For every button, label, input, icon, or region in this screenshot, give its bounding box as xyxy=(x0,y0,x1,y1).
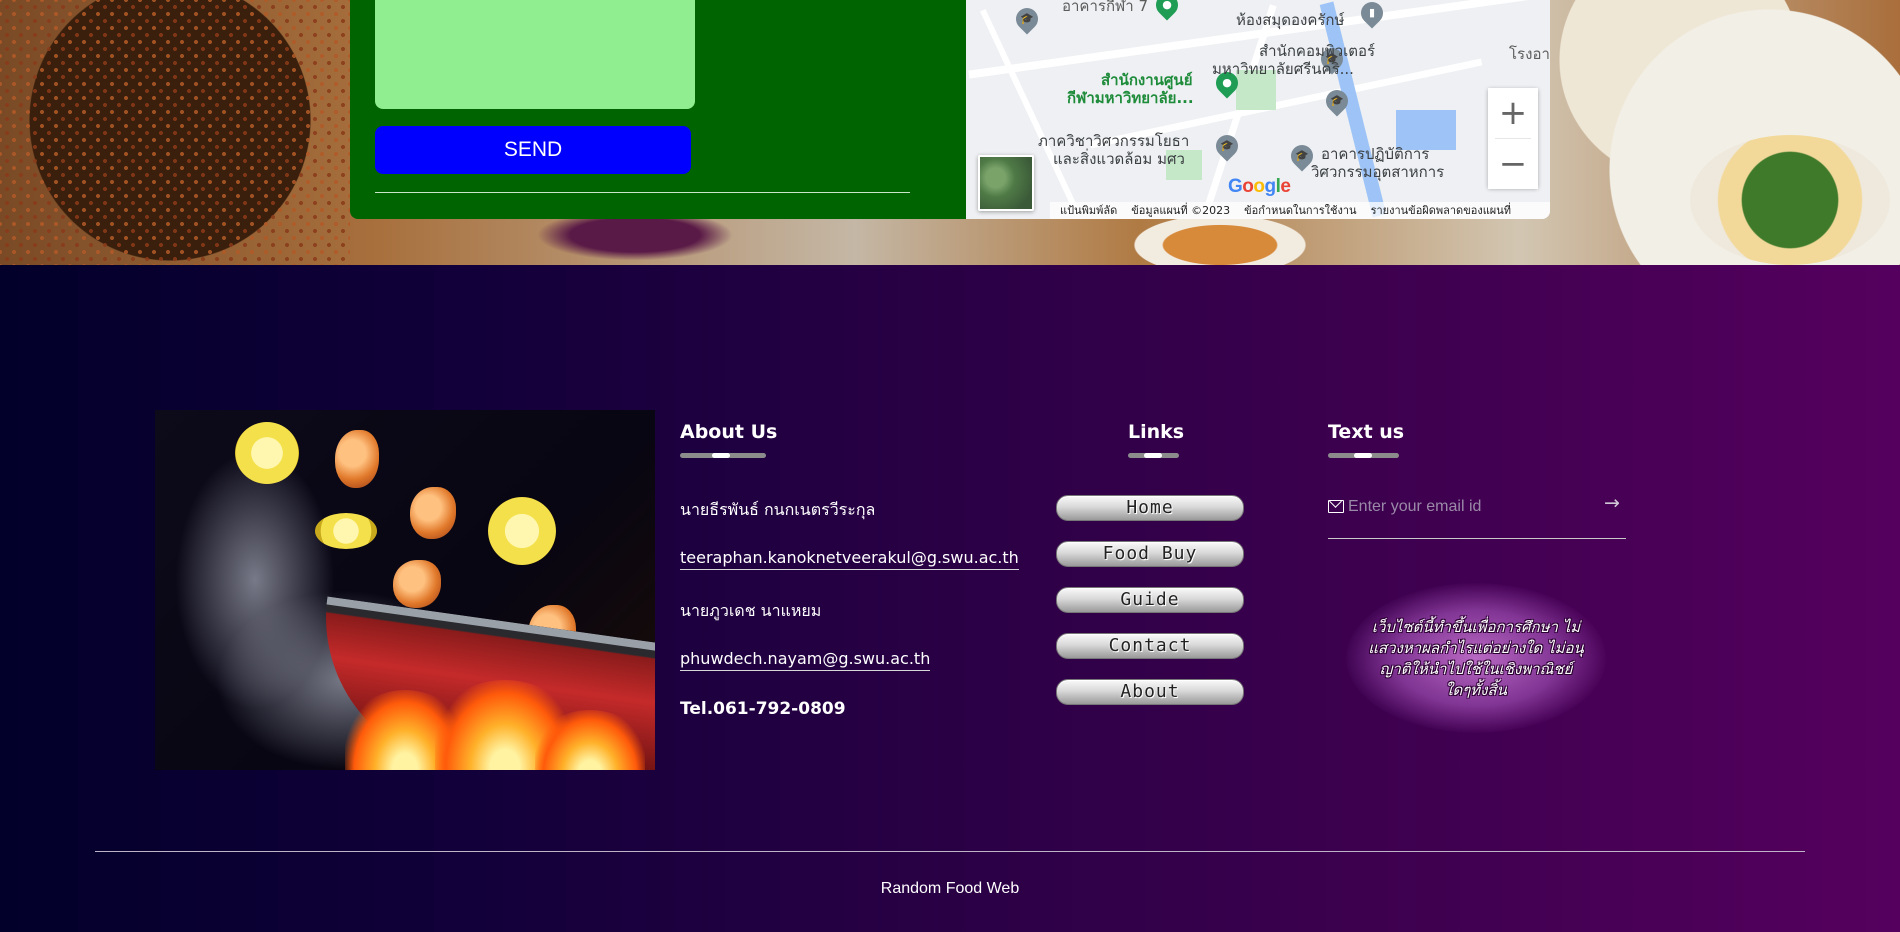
map-data-label: ข้อมูลแผนที่ ©2023 xyxy=(1131,204,1231,217)
member-name-1: นายธีรพันธ์ กนกเนตรวีระกุล xyxy=(680,500,876,519)
zoom-in-button[interactable]: + xyxy=(1488,88,1538,138)
send-button[interactable]: SEND xyxy=(375,126,691,174)
bookmark-pin-icon[interactable]: ▮ xyxy=(1356,0,1388,29)
shrimp-image xyxy=(410,487,456,539)
taco-plate-image xyxy=(1690,135,1890,265)
footer-divider xyxy=(95,851,1805,852)
envelope-icon xyxy=(1328,500,1344,513)
member-email-1[interactable]: teeraphan.kanoknetveerakul@g.swu.ac.th xyxy=(680,548,1019,570)
map-label: กีฬามหาวิทยาลัย... xyxy=(1067,89,1194,107)
map-label: สำนักงานศูนย์ xyxy=(1101,71,1193,89)
phone-number: Tel.061-792-0809 xyxy=(680,699,846,719)
footer-link-home[interactable]: Home xyxy=(1056,495,1244,521)
email-input[interactable] xyxy=(1346,494,1590,520)
terms-link[interactable]: ข้อกำหนดในการใช้งาน xyxy=(1244,202,1356,219)
footer-link-food-buy[interactable]: Food Buy xyxy=(1056,541,1244,567)
keyboard-shortcuts-link[interactable]: แป้นพิมพ์ลัด xyxy=(1060,202,1117,219)
footer-link-guide[interactable]: Guide xyxy=(1056,587,1244,613)
zoom-out-button[interactable]: − xyxy=(1488,139,1538,189)
google-logo: Google xyxy=(1228,176,1291,197)
minced-meat-pan-image xyxy=(0,0,350,265)
member-email-2[interactable]: phuwdech.nayam@g.swu.ac.th xyxy=(680,649,931,671)
shrimp-image xyxy=(335,430,379,488)
google-map[interactable]: 🎓 ● ▮ 🎓 ● 🎓 🎓 🎓 อาคารกีฬา 7 ห้องสมุดองคร… xyxy=(966,0,1550,219)
zoom-control: + − xyxy=(1488,88,1538,189)
lemon-slice-image xyxy=(488,497,556,565)
map-label: มหาวิทยาลัยศรีนคริ... xyxy=(1212,60,1354,78)
lemon-slice-image xyxy=(315,513,377,549)
links-title: Links xyxy=(1128,421,1185,443)
footer-link-contact[interactable]: Contact xyxy=(1056,633,1244,659)
about-us-underline xyxy=(680,453,766,458)
satellite-toggle-button[interactable] xyxy=(978,155,1034,211)
links-underline xyxy=(1128,453,1179,458)
report-error-link[interactable]: รายงานข้อผิดพลาดของแผนที่ xyxy=(1371,202,1511,219)
email-subscribe-row: → xyxy=(1328,492,1626,539)
university-pin-icon[interactable]: 🎓 xyxy=(1011,3,1043,35)
member-name-2: นายภูวเดช นาแหยม xyxy=(680,601,822,620)
about-us-title: About Us xyxy=(680,421,778,443)
shrimp-image xyxy=(393,560,441,608)
text-us-underline xyxy=(1328,453,1399,458)
map-pond xyxy=(1396,110,1456,150)
map-label: อาคารปฏิบัติการ xyxy=(1321,145,1430,163)
map-label: ห้องสมุดองครักษ์ xyxy=(1236,11,1345,29)
map-label: โรงอา xyxy=(1509,45,1550,63)
map-attribution-bar: แป้นพิมพ์ลัด ข้อมูลแผนที่ ©2023 ข้อกำหนด… xyxy=(1050,202,1550,219)
contact-form-panel: SEND xyxy=(350,0,966,219)
map-label: ภาควิชาวิศวกรรมโยธา xyxy=(1038,132,1190,150)
message-textarea[interactable] xyxy=(375,0,695,109)
disclaimer-text: เว็บไซต์นี้ทำขึ้นเพื่อการศึกษา ไม่แสวงหา… xyxy=(1368,618,1584,699)
site-footer: About Us นายธีรพันธ์ กนกเนตรวีระกุล teer… xyxy=(0,265,1900,932)
copyright-text: Random Food Web xyxy=(880,880,1020,897)
location-pin-icon[interactable]: ● xyxy=(1151,0,1183,21)
university-pin-icon[interactable]: 🎓 xyxy=(1321,85,1353,117)
flying-wok-image xyxy=(155,410,655,770)
map-label: และสิ่งแวดล้อม มศว xyxy=(1053,150,1185,168)
footer-link-about[interactable]: About xyxy=(1056,679,1244,705)
form-divider xyxy=(375,192,910,193)
map-label: สำนักคอมพิวเตอร์ xyxy=(1259,42,1376,60)
university-pin-icon[interactable]: 🎓 xyxy=(1211,130,1243,162)
map-label: อาคารกีฬา 7 xyxy=(1062,0,1149,15)
arrow-right-icon[interactable]: → xyxy=(1604,492,1620,514)
map-label: วิศวกรรมอุตสาหการ xyxy=(1311,163,1445,181)
text-us-title: Text us xyxy=(1328,421,1405,443)
lemon-slice-image xyxy=(235,422,299,484)
